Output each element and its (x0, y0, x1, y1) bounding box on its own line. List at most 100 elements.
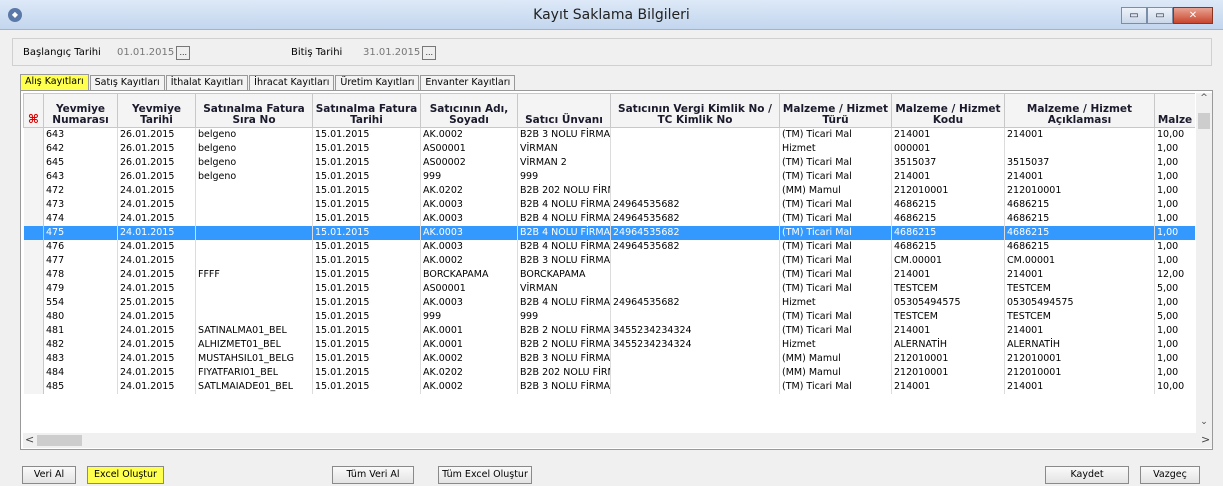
tab-ithalat-kayitlari[interactable]: İthalat Kayıtları (165, 75, 249, 90)
table-cell[interactable]: 1,00 (1154, 337, 1195, 352)
table-cell[interactable]: 5,00 (1154, 281, 1195, 296)
table-cell[interactable] (195, 183, 313, 198)
table-cell[interactable]: 25.01.2015 (117, 295, 196, 310)
table-cell[interactable]: 214001 (1004, 127, 1155, 142)
vertical-scroll-thumb[interactable] (1198, 113, 1210, 129)
table-cell[interactable]: CM.00001 (1004, 253, 1155, 268)
table-cell[interactable]: B2B 3 NOLU FİRMA (517, 127, 611, 142)
row-header[interactable] (23, 211, 44, 226)
table-cell[interactable]: B2B 4 NOLU FİRMA (517, 211, 611, 226)
table-cell[interactable]: TESTCEM (1004, 281, 1155, 296)
table-cell[interactable]: 24.01.2015 (117, 323, 196, 338)
table-cell[interactable]: 485 (43, 379, 118, 394)
table-cell[interactable]: 10,00 (1154, 379, 1195, 394)
table-cell[interactable]: ALERNATİH (1004, 337, 1155, 352)
table-row[interactable]: 643 26.01.2015 belgeno 15.01.2015 AK.0002 B2B… (23, 127, 1195, 142)
table-cell[interactable]: 999 (517, 169, 611, 184)
table-cell[interactable]: 15.01.2015 (312, 267, 421, 282)
table-cell[interactable]: AK.0003 (420, 211, 518, 226)
table-cell[interactable]: 212010001 (1004, 351, 1155, 366)
table-cell[interactable]: AK.0002 (420, 127, 518, 142)
table-cell[interactable]: 000001 (891, 141, 1005, 156)
vazgec-button[interactable]: Vazgeç (1140, 466, 1200, 484)
table-cell[interactable]: SATINALMA01_BEL (195, 323, 313, 338)
table-cell[interactable]: ALHIZMET01_BEL (195, 337, 313, 352)
table-cell[interactable] (195, 239, 313, 254)
table-cell[interactable] (195, 295, 313, 310)
table-cell[interactable]: 480 (43, 309, 118, 324)
table-cell[interactable] (610, 141, 780, 156)
table-cell[interactable]: belgeno (195, 127, 313, 142)
table-cell[interactable]: (TM) Ticari Mal (779, 267, 892, 282)
table-cell[interactable]: B2B 4 NOLU FİRMA (517, 239, 611, 254)
table-row[interactable]: 477 24.01.2015 15.01.2015 AK.0002 B2B 3 NOLU… (23, 253, 1195, 268)
table-cell[interactable]: 15.01.2015 (312, 253, 421, 268)
table-row[interactable]: 485 24.01.2015 SATLMAIADE01_BEL 15.01.2015 A… (23, 379, 1195, 394)
table-cell[interactable] (195, 225, 313, 240)
table-cell[interactable]: 474 (43, 211, 118, 226)
table-cell[interactable]: (TM) Ticari Mal (779, 323, 892, 338)
column-header[interactable]: Yevmiye Numarası (43, 93, 118, 128)
column-header[interactable]: Yevmiye Tarihi (117, 93, 196, 128)
table-cell[interactable]: 4686215 (891, 211, 1005, 226)
table-cell[interactable]: 1,00 (1154, 183, 1195, 198)
table-cell[interactable]: 15.01.2015 (312, 365, 421, 380)
table-cell[interactable]: 477 (43, 253, 118, 268)
table-cell[interactable]: AK.0003 (420, 225, 518, 240)
table-cell[interactable]: 476 (43, 239, 118, 254)
table-cell[interactable]: (TM) Ticari Mal (779, 309, 892, 324)
table-cell[interactable]: 15.01.2015 (312, 295, 421, 310)
table-cell[interactable] (610, 351, 780, 366)
table-row[interactable]: 484 24.01.2015 FIYATFARI01_BEL 15.01.2015 AK… (23, 365, 1195, 380)
tab-envanter-kayitlari[interactable]: Envanter Kayıtları (420, 75, 516, 90)
tab-alis-kayitlari[interactable]: Alış Kayıtları (20, 74, 89, 90)
table-row[interactable]: 473 24.01.2015 15.01.2015 AK.0003 B2B 4 NOLU… (23, 197, 1195, 212)
table-row[interactable]: 479 24.01.2015 15.01.2015 AS00001 VİRMAN (TM)… (23, 281, 1195, 296)
row-header[interactable] (23, 281, 44, 296)
table-cell[interactable]: 24.01.2015 (117, 253, 196, 268)
table-cell[interactable]: (MM) Mamul (779, 183, 892, 198)
table-cell[interactable]: AK.0202 (420, 365, 518, 380)
table-cell[interactable]: 554 (43, 295, 118, 310)
table-cell[interactable] (610, 379, 780, 394)
table-cell[interactable]: 1,00 (1154, 141, 1195, 156)
row-header[interactable] (23, 155, 44, 170)
table-cell[interactable]: 24964535682 (610, 211, 780, 226)
row-header[interactable] (23, 253, 44, 268)
end-date-picker-button[interactable]: ... (422, 45, 437, 60)
table-cell[interactable]: AK.0002 (420, 253, 518, 268)
table-cell[interactable]: 214001 (1004, 323, 1155, 338)
horizontal-scroll-thumb[interactable] (37, 435, 82, 446)
table-cell[interactable]: 212010001 (891, 183, 1005, 198)
table-cell[interactable]: AK.0002 (420, 379, 518, 394)
table-cell[interactable] (610, 155, 780, 170)
table-cell[interactable]: BORCKAPAMA (420, 267, 518, 282)
table-cell[interactable]: 214001 (891, 267, 1005, 282)
column-header[interactable]: Malzeme / Hizmet Türü (779, 93, 892, 128)
table-cell[interactable]: 1,00 (1154, 211, 1195, 226)
table-cell[interactable]: 26.01.2015 (117, 141, 196, 156)
table-cell[interactable]: 4686215 (1004, 225, 1155, 240)
data-grid[interactable]: ⌘ Yevmiye Numarası Yevmiye Tarihi Satına… (23, 93, 1195, 433)
table-cell[interactable]: 24.01.2015 (117, 337, 196, 352)
table-cell[interactable]: AS00001 (420, 141, 518, 156)
table-cell[interactable]: 3455234234324 (610, 323, 780, 338)
table-row[interactable]: 476 24.01.2015 15.01.2015 AK.0003 B2B 4 NOLU… (23, 239, 1195, 254)
table-row[interactable]: 474 24.01.2015 15.01.2015 AK.0003 B2B 4 NOLU… (23, 211, 1195, 226)
table-cell[interactable] (610, 169, 780, 184)
table-row[interactable]: 481 24.01.2015 SATINALMA01_BEL 15.01.2015 AK… (23, 323, 1195, 338)
row-header[interactable] (23, 351, 44, 366)
column-header[interactable]: Malzeme / Hizmet Kodu (891, 93, 1005, 128)
table-cell[interactable]: 999 (420, 309, 518, 324)
table-cell[interactable]: AK.0001 (420, 323, 518, 338)
table-cell[interactable]: 15.01.2015 (312, 183, 421, 198)
table-cell[interactable]: 10,00 (1154, 127, 1195, 142)
table-cell[interactable] (610, 309, 780, 324)
table-cell[interactable]: 479 (43, 281, 118, 296)
table-cell[interactable]: 481 (43, 323, 118, 338)
start-date-picker-button[interactable]: ... (176, 45, 191, 60)
table-cell[interactable] (610, 127, 780, 142)
row-header[interactable] (23, 337, 44, 352)
row-header[interactable] (23, 141, 44, 156)
table-cell[interactable]: 24964535682 (610, 197, 780, 212)
